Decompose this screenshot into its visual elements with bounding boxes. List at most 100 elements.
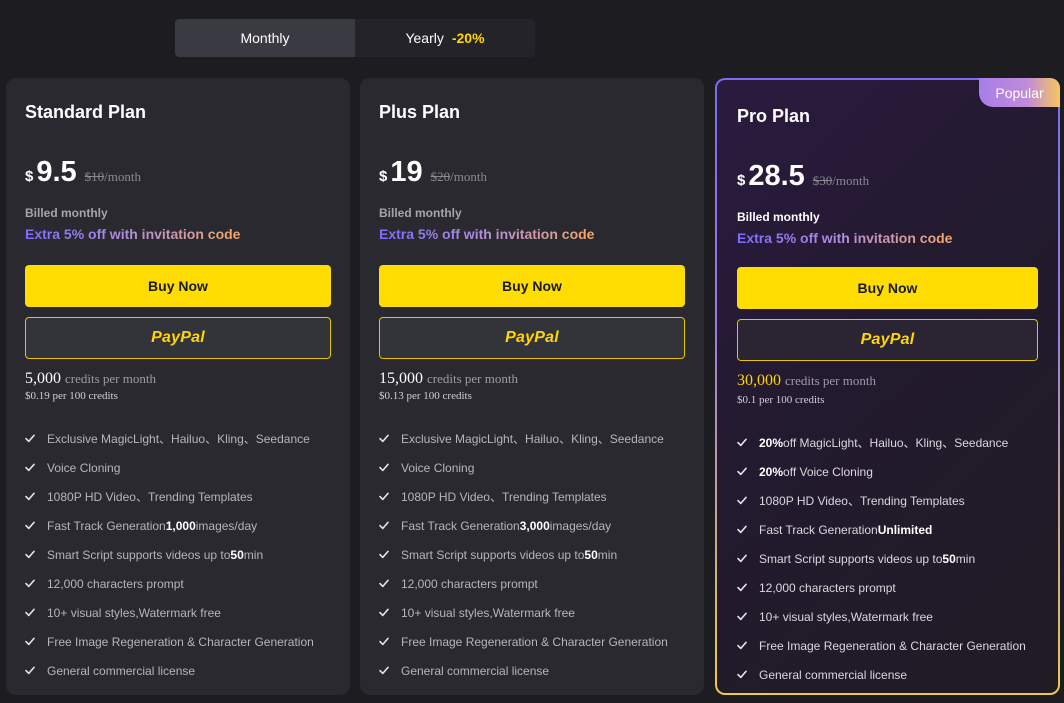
check-icon: [379, 579, 401, 588]
credits-line: 30,000 credits per month: [737, 372, 876, 390]
feature-text: Smart Script supports videos up to: [401, 547, 585, 562]
feature-text: 10+ visual styles,Watermark free: [759, 609, 933, 624]
paypal-logo: PayPal: [151, 329, 205, 346]
check-icon: [25, 492, 47, 501]
popular-badge: Popular: [979, 78, 1060, 107]
feature-list: Exclusive MagicLight、Hailuo、Kling、Seedan…: [25, 424, 314, 685]
billing-note: Billed monthly: [379, 206, 462, 220]
check-icon: [379, 637, 401, 646]
feature-item: Fast Track Generation 3,000 images/day: [379, 511, 668, 540]
feature-text: min: [955, 551, 976, 566]
check-icon: [25, 463, 47, 472]
feature-text: Fast Track Generation: [759, 522, 878, 537]
credits-label: credits per month: [785, 373, 876, 388]
feature-text: Fast Track Generation: [401, 518, 520, 533]
feature-highlight: Unlimited: [877, 522, 933, 537]
feature-item: 1080P HD Video、Trending Templates: [737, 486, 1026, 515]
price-amount: 9.5: [36, 156, 77, 188]
feature-text: min: [243, 547, 264, 562]
feature-highlight: 20%: [759, 464, 784, 479]
plan-name: Pro Plan: [737, 106, 811, 126]
credits-line: 15,000 credits per month: [379, 370, 518, 388]
feature-text: Free Image Regeneration & Character Gene…: [401, 634, 668, 649]
feature-item: Free Image Regeneration & Character Gene…: [737, 631, 1026, 660]
feature-text: off MagicLight、Hailuo、Kling、Seedance: [783, 436, 1009, 450]
yearly-tab-label: Yearly: [405, 30, 444, 46]
check-icon: [737, 641, 759, 650]
feature-text: Exclusive MagicLight、Hailuo、Kling、Seedan…: [47, 432, 310, 446]
invitation-code-note: Extra 5% off with invitation code: [737, 230, 953, 246]
yearly-tab[interactable]: Yearly -20%: [355, 19, 535, 57]
price-period: /month: [450, 169, 487, 184]
feature-item: General commercial license: [379, 656, 668, 685]
feature-item: Exclusive MagicLight、Hailuo、Kling、Seedan…: [25, 424, 314, 453]
feature-text: Smart Script supports videos up to: [47, 547, 231, 562]
paypal-button[interactable]: PayPal: [379, 317, 685, 359]
check-icon: [25, 434, 47, 443]
feature-text: General commercial license: [47, 663, 196, 678]
credits-amount: 5,000: [25, 370, 61, 387]
feature-item: Voice Cloning: [379, 453, 668, 482]
price-period: /month: [832, 173, 870, 188]
original-price-value: $30: [812, 173, 833, 188]
currency-symbol: $: [379, 168, 388, 185]
feature-highlight: 3,000: [519, 518, 550, 533]
feature-item: 20% off Voice Cloning: [737, 457, 1026, 486]
per-credits-price: $0.19 per 100 credits: [25, 390, 118, 402]
feature-highlight: 50: [942, 551, 956, 566]
feature-text: Voice Cloning: [47, 460, 121, 475]
feature-item: Exclusive MagicLight、Hailuo、Kling、Seedan…: [379, 424, 668, 453]
feature-highlight: 20%: [759, 435, 784, 450]
feature-item: 10+ visual styles,Watermark free: [379, 598, 668, 627]
feature-highlight: 50: [584, 547, 598, 562]
check-icon: [737, 554, 759, 563]
check-icon: [379, 550, 401, 559]
feature-item: 10+ visual styles,Watermark free: [737, 602, 1026, 631]
original-price: $10/month: [85, 169, 141, 185]
original-price-value: $20: [430, 169, 451, 184]
per-credits-price: $0.1 per 100 credits: [737, 394, 825, 406]
monthly-tab[interactable]: Monthly: [175, 19, 355, 57]
buy-now-button[interactable]: Buy Now: [737, 267, 1038, 309]
original-price-value: $10: [84, 169, 105, 184]
feature-item: Free Image Regeneration & Character Gene…: [25, 627, 314, 656]
check-icon: [379, 434, 401, 443]
paypal-logo: PayPal: [860, 331, 915, 348]
buy-now-button[interactable]: Buy Now: [25, 265, 331, 307]
billing-period-toggle: Monthly Yearly -20%: [175, 19, 535, 57]
invitation-code-note: Extra 5% off with invitation code: [25, 226, 241, 242]
feature-item: Voice Cloning: [25, 453, 314, 482]
credits-label: credits per month: [65, 371, 156, 386]
check-icon: [25, 550, 47, 559]
feature-text: General commercial license: [759, 667, 908, 682]
price-amount: 28.5: [748, 160, 805, 192]
paypal-button[interactable]: PayPal: [737, 319, 1038, 361]
check-icon: [379, 608, 401, 617]
currency-symbol: $: [737, 172, 746, 189]
check-icon: [379, 492, 401, 501]
feature-list: 20% off MagicLight、Hailuo、Kling、Seedance…: [737, 428, 1026, 689]
plan-card-standard: Standard Plan $ 9.5 $10/month Billed mon…: [6, 78, 350, 695]
check-icon: [379, 521, 401, 530]
invitation-code-note: Extra 5% off with invitation code: [379, 226, 595, 242]
price-row: $ 19 $20/month: [379, 156, 487, 189]
feature-item: General commercial license: [737, 660, 1026, 689]
check-icon: [737, 612, 759, 621]
check-icon: [737, 467, 759, 476]
feature-text: off Voice Cloning: [783, 464, 873, 479]
feature-text: 1080P HD Video、Trending Templates: [759, 494, 965, 508]
paypal-button[interactable]: PayPal: [25, 317, 331, 359]
currency-symbol: $: [25, 168, 34, 185]
feature-item: Fast Track Generation 1,000 images/day: [25, 511, 314, 540]
feature-text: Free Image Regeneration & Character Gene…: [47, 634, 314, 649]
feature-item: Smart Script supports videos up to 50 mi…: [379, 540, 668, 569]
buy-now-button[interactable]: Buy Now: [379, 265, 685, 307]
price-row: $ 28.5 $30/month: [737, 160, 869, 193]
feature-text: Fast Track Generation: [47, 518, 166, 533]
feature-text: 10+ visual styles,Watermark free: [47, 605, 221, 620]
feature-item: General commercial license: [25, 656, 314, 685]
feature-item: Free Image Regeneration & Character Gene…: [379, 627, 668, 656]
feature-text: Voice Cloning: [401, 460, 475, 475]
feature-item: 20% off MagicLight、Hailuo、Kling、Seedance: [737, 428, 1026, 457]
feature-text: Free Image Regeneration & Character Gene…: [759, 638, 1026, 653]
